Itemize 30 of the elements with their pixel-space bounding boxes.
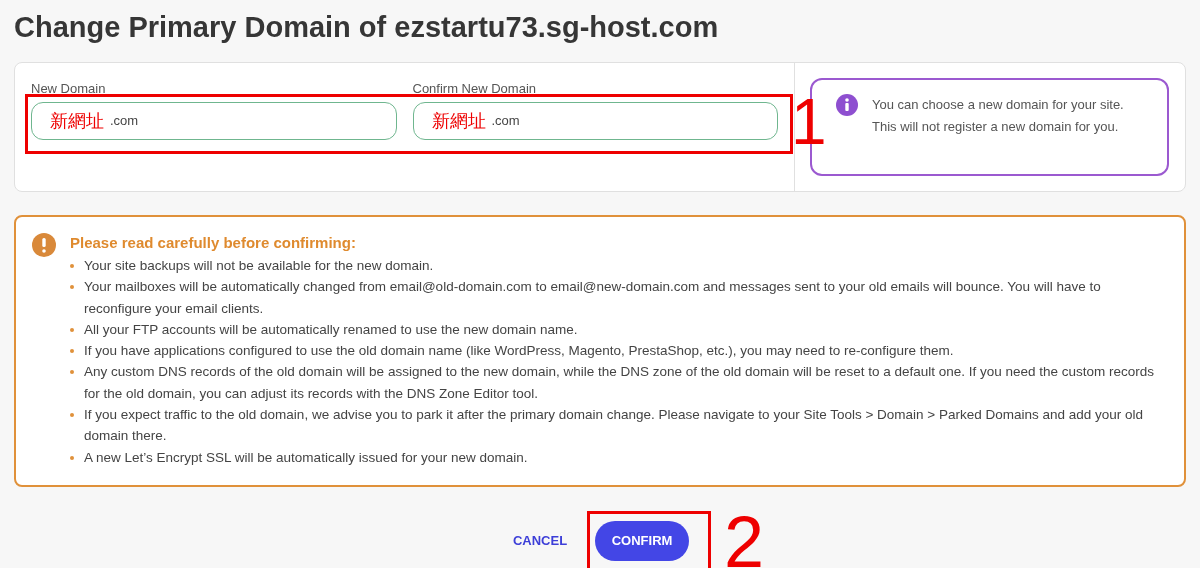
bullet-icon bbox=[70, 327, 74, 332]
warning-item: A new Let’s Encrypt SSL will be automatically issued for your new domain. bbox=[84, 448, 528, 467]
page-title: Change Primary Domain of ezstartu73.sg-host.com bbox=[14, 10, 720, 44]
warning-item: If you have applications configured to use the old domain name (like WordPress, Magento, PrestaShop, etc.), you may need to re-configure them. bbox=[84, 342, 954, 361]
field-value: .com bbox=[491, 112, 520, 131]
bullet-icon bbox=[70, 455, 74, 460]
field-label: Confirm New Domain bbox=[412, 80, 538, 98]
step-number: 2 bbox=[724, 507, 765, 568]
warning-item: Your site backups will not be available for the new domain. bbox=[84, 257, 434, 275]
bullet-icon bbox=[70, 349, 74, 354]
domain-input-field[interactable]: 新網址 .com bbox=[412, 102, 778, 140]
bullet-icon bbox=[70, 370, 74, 375]
domain-input-field[interactable]: 新網址 .com bbox=[31, 102, 397, 140]
exclamation-icon bbox=[32, 233, 56, 257]
annotation-text: 新網址 bbox=[50, 109, 104, 133]
confirm-button[interactable]: CONFIRM bbox=[595, 521, 690, 561]
field-label: New Domain bbox=[31, 80, 107, 98]
bullet-icon bbox=[70, 285, 74, 290]
field-value: .com bbox=[110, 112, 139, 131]
warning-item: Any custom DNS records of the old domain will be assigned to the new domain, while the DNS zone of the old domain will be reset to a default one. If you need the custom records for the old domain, you can adjust its records with the DNS Zone Editor tool. bbox=[84, 363, 1156, 403]
cancel-button[interactable]: CANCEL bbox=[510, 523, 570, 559]
bullet-icon bbox=[70, 264, 74, 268]
info-text: You can choose a new domain for your site. This will not register a new domain for you. bbox=[872, 96, 1125, 136]
warning-heading: Please read carefully before confirming: bbox=[70, 233, 357, 253]
warning-item: All your FTP accounts will be automatically renamed to use the new domain name. bbox=[84, 320, 578, 339]
info-icon bbox=[836, 94, 858, 116]
annotation-text: 新網址 bbox=[431, 109, 486, 133]
bullet-icon bbox=[70, 413, 74, 418]
warning-item: If you expect traffic to the old domain, we advise you to park it after the primary domain change. Please navigate to your Site Tools > Domain > Parked Domains and add your old domain there. bbox=[84, 406, 1145, 446]
warning-item: Your mailboxes will be automatically changed from email@old-domain.com to email@new-domain.com and messages sent to your old emails will bounce. You will have to reconfigure your email clients. bbox=[84, 278, 1102, 318]
